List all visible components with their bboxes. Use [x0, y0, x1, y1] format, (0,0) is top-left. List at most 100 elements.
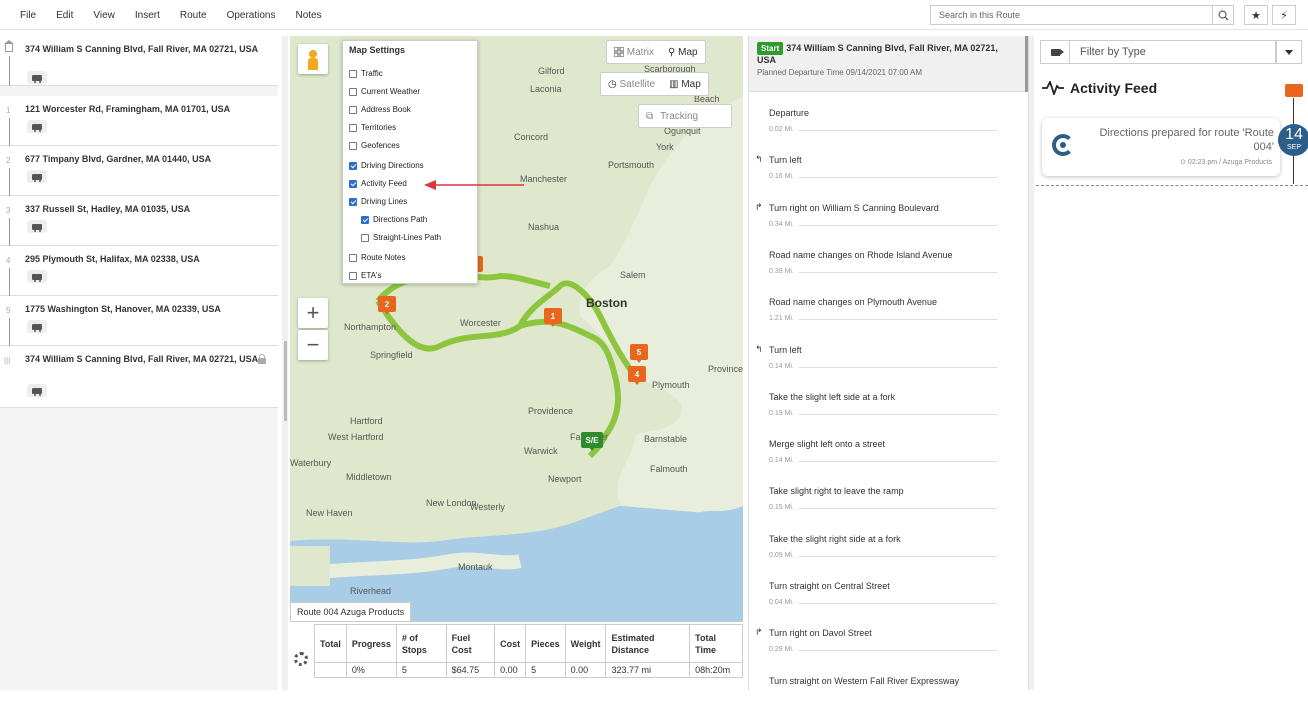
panel-splitter[interactable]	[282, 36, 288, 690]
map-option[interactable]: ETA's	[349, 271, 382, 280]
matrix-toggle[interactable]: Matrix	[607, 47, 661, 58]
stop-item[interactable]: 1 121 Worcester Rd, Framingham, MA 01701…	[0, 96, 278, 146]
stop-address: 1775 Washington St, Hanover, MA 02339, U…	[25, 304, 221, 314]
map-option[interactable]: Traffic	[349, 69, 383, 78]
map-option[interactable]: Route Notes	[349, 253, 405, 262]
stop-item[interactable]: 374 William S Canning Blvd, Fall River, …	[0, 36, 278, 86]
menu-edit[interactable]: Edit	[56, 10, 73, 21]
option-checkbox[interactable]	[349, 161, 357, 170]
step-text: Turn straight on Central Street	[769, 581, 890, 591]
map-option[interactable]: Straight-Lines Path	[361, 233, 441, 242]
direction-step[interactable]: Road name changes on Plymouth Avenue 1.21…	[749, 293, 1025, 340]
option-checkbox[interactable]	[349, 179, 357, 188]
search-input[interactable]: Search in this Route	[930, 5, 1212, 25]
truck-icon	[27, 120, 47, 133]
stop-address: 337 Russell St, Hadley, MA 01035, USA	[25, 204, 191, 214]
menu-route[interactable]: Route	[180, 10, 207, 21]
stop-item[interactable]: 4 295 Plymouth St, Halifax, MA 02338, US…	[0, 246, 278, 296]
stop-pin-1[interactable]: 1	[544, 308, 562, 327]
quick-action-button[interactable]: ⚡	[1272, 5, 1296, 25]
zoom-out-button[interactable]: −	[298, 330, 328, 360]
stop-pin-2[interactable]: 2	[378, 296, 396, 315]
map-option[interactable]: Address Book	[349, 105, 411, 114]
map-option[interactable]: Driving Directions	[349, 161, 424, 170]
map-option[interactable]: Current Weather	[349, 87, 420, 96]
option-checkbox[interactable]	[349, 141, 357, 150]
satellite-toggle[interactable]: ◷ Satellite	[601, 79, 662, 90]
step-divider	[799, 130, 997, 131]
stop-item[interactable]: 3 337 Russell St, Hadley, MA 01035, USA	[0, 196, 278, 246]
splitter-grip[interactable]	[284, 341, 287, 421]
step-distance: 0.34 Mi.	[769, 220, 794, 228]
summary-header: # of Stops	[395, 624, 447, 663]
menu-notes[interactable]: Notes	[295, 10, 321, 21]
direction-step[interactable]: Merge slight left onto a street 0.14 Mi.	[749, 435, 1025, 482]
panel-splitter[interactable]	[1028, 36, 1034, 690]
start-end-pin[interactable]: S/E	[581, 432, 603, 451]
stop-item[interactable]: ||| 374 William S Canning Blvd, Fall Riv…	[0, 346, 278, 408]
stop-item[interactable]: 2 677 Timpany Blvd, Gardner, MA 01440, U…	[0, 146, 278, 196]
map-option[interactable]: Territories	[349, 123, 396, 132]
stop-number: 5	[6, 306, 11, 315]
map-option[interactable]: Directions Path	[361, 215, 427, 224]
stop-item[interactable]: 5 1775 Washington St, Hanover, MA 02339,…	[0, 296, 278, 346]
map-label: Map	[678, 46, 698, 58]
satellite-map-toggle: ◷ Satellite ▥ Map	[600, 72, 709, 96]
menu-file[interactable]: File	[20, 10, 36, 21]
street-view-pegman[interactable]	[298, 44, 328, 74]
option-checkbox[interactable]	[349, 69, 357, 78]
route-summary-tab[interactable]: Route 004 Azuga Products	[290, 602, 412, 621]
option-checkbox[interactable]	[361, 215, 369, 224]
place-label: Riverhead	[350, 586, 392, 596]
summary-header: Estimated Distance	[605, 624, 691, 663]
gear-icon[interactable]	[294, 652, 308, 666]
date-badge: 14 SEP	[1278, 124, 1308, 156]
option-checkbox[interactable]	[349, 123, 357, 132]
direction-step[interactable]: Take the slight left side at a fork 0.19 …	[749, 388, 1025, 435]
turn-arrow-icon: ↰	[755, 154, 763, 165]
map-option[interactable]: Geofences	[349, 141, 400, 150]
stop-pin-5[interactable]: 5	[630, 344, 648, 363]
direction-step[interactable]: ↱ Turn right on Davol Street 0.29 Mi.	[749, 624, 1025, 671]
option-checkbox[interactable]	[349, 271, 357, 280]
filter-dropdown-button[interactable]	[1276, 40, 1302, 64]
direction-step[interactable]: ↰ Turn left 0.16 Mi.	[749, 151, 1025, 198]
date-day: 14	[1285, 126, 1303, 143]
road-map-toggle[interactable]: ▥ Map	[662, 79, 708, 90]
direction-step[interactable]: ↱ Turn right on William S Canning Bouleva…	[749, 199, 1025, 246]
direction-step[interactable]: Take slight right to leave the ramp 0.15 …	[749, 482, 1025, 529]
direction-step[interactable]: ↰ Turn left 0.14 Mi.	[749, 341, 1025, 388]
option-checkbox[interactable]	[361, 233, 369, 242]
summary-header: Total	[314, 624, 347, 663]
activity-card[interactable]: Directions prepared for route 'Route 004…	[1042, 118, 1280, 176]
option-checkbox[interactable]	[349, 197, 357, 206]
search-button[interactable]	[1212, 5, 1234, 25]
favorite-button[interactable]: ★	[1244, 5, 1268, 25]
direction-step[interactable]: Road name changes on Rhode Island Avenue…	[749, 246, 1025, 293]
step-text: Merge slight left onto a street	[769, 439, 886, 450]
menu-operations[interactable]: Operations	[227, 10, 276, 21]
menu-insert[interactable]: Insert	[135, 10, 160, 21]
filter-by-type-select[interactable]: Filter by Type	[1070, 40, 1276, 64]
map-option[interactable]: Driving Lines	[349, 197, 407, 206]
menu-view[interactable]: View	[93, 10, 115, 21]
direction-step[interactable]: Turn straight on Central Street 0.04 Mi.	[749, 577, 1025, 624]
stop-pin-4[interactable]: 4	[628, 366, 646, 385]
option-checkbox[interactable]	[349, 87, 357, 96]
option-label: Current Weather	[361, 87, 420, 96]
tracking-button[interactable]: ⧉ Tracking	[638, 104, 732, 128]
step-divider	[799, 224, 997, 226]
map-option[interactable]: Activity Feed	[349, 179, 407, 188]
map-toggle[interactable]: ⚲ Map	[661, 47, 705, 58]
filter-type-button[interactable]	[1040, 40, 1070, 64]
option-checkbox[interactable]	[349, 105, 357, 114]
flag-icon[interactable]	[1285, 84, 1303, 97]
direction-step[interactable]: Take the slight right side at a fork 0.09…	[749, 530, 1025, 577]
option-checkbox[interactable]	[349, 253, 357, 262]
stop-number: 1	[6, 106, 11, 115]
direction-step[interactable]: Turn straight on Western Fall River Expr…	[749, 672, 1025, 719]
map-view[interactable]: Gilford Laconia Concord Manchester Nashu…	[290, 36, 743, 690]
zoom-in-button[interactable]: +	[298, 298, 328, 328]
summary-cell: 0.00	[494, 662, 527, 678]
direction-step[interactable]: Departure 0.02 Mi.	[749, 104, 1025, 151]
